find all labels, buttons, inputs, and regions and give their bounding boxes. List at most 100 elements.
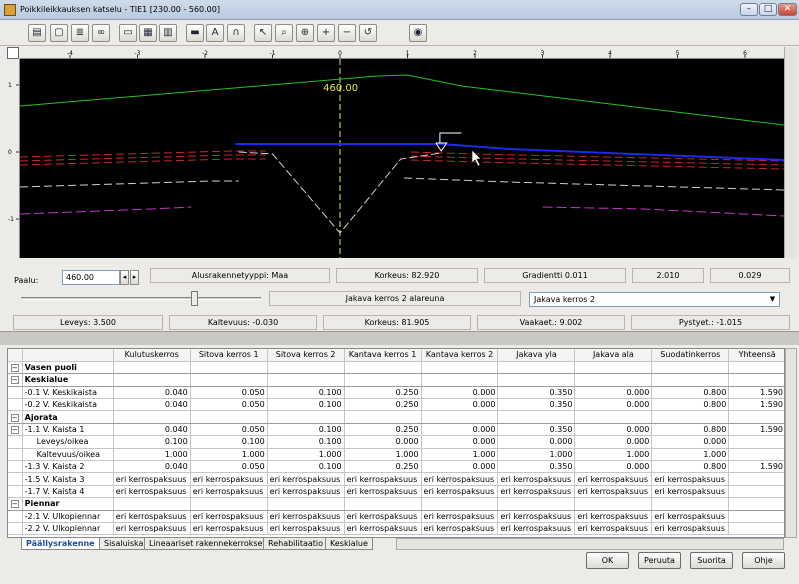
table-cell[interactable]: 0.100 [113, 435, 191, 449]
slider-thumb[interactable] [191, 291, 198, 306]
table-cell[interactable] [574, 373, 653, 387]
table-cell[interactable]: eri kerrospaksuus [574, 472, 653, 486]
table-cell[interactable]: 0.040 [113, 423, 191, 437]
close-button[interactable]: ✕ [778, 3, 797, 16]
collapse-icon[interactable]: − [10, 364, 19, 373]
column-header[interactable]: Sitova kerros 2 [267, 349, 345, 362]
table-cell[interactable]: eri kerrospaksuus [574, 510, 653, 523]
table-cell[interactable]: 0.350 [497, 460, 576, 474]
sheet-tab[interactable]: Sisaluiska [99, 538, 149, 550]
table-cell[interactable] [574, 361, 653, 375]
table-cell[interactable]: 0.800 [651, 460, 730, 474]
table-row[interactable]: -1.7 V. Kaista 4 eri kerrospaksuus eri ker… [8, 485, 784, 499]
table-cell[interactable]: 0.100 [190, 435, 268, 449]
table-row[interactable]: -1.3 V. Kaista 2 0.040 0.050 0.100 0.250 0.00… [8, 460, 784, 474]
table-cell[interactable]: 0.800 [651, 423, 730, 437]
table-row[interactable]: − -1.1 V. Kaista 1 0.040 0.050 0.100 0.250 0.0… [8, 423, 784, 437]
table-cell[interactable] [421, 361, 499, 375]
table-cell[interactable]: 0.000 [574, 435, 653, 449]
table-cell[interactable]: 0.050 [190, 386, 268, 400]
table-group-row[interactable]: − Piennar [8, 497, 784, 511]
table-cell[interactable]: eri kerrospaksuus [190, 522, 268, 536]
chevron-down-icon[interactable]: ▼ [766, 293, 779, 306]
table-cell[interactable]: 0.250 [344, 398, 422, 412]
table-group-row[interactable]: − Ajorata [8, 410, 784, 424]
table-cell[interactable]: 1.000 [267, 448, 345, 462]
table-cell[interactable]: eri kerrospaksuus [344, 472, 422, 486]
table-cell[interactable] [267, 373, 345, 387]
column-header[interactable]: Kantava kerros 1 [344, 349, 422, 362]
table-cell[interactable] [267, 361, 345, 375]
table-cell[interactable]: 1.000 [190, 448, 268, 462]
plot-scrollbar[interactable] [784, 47, 797, 258]
table-cell[interactable]: 0.000 [651, 435, 730, 449]
table-cell[interactable]: 1.590 [728, 386, 784, 400]
collapse-icon[interactable]: − [10, 500, 19, 509]
table-cell[interactable]: eri kerrospaksuus [421, 510, 499, 523]
table-cell[interactable]: 0.350 [497, 423, 576, 437]
table-cell[interactable]: eri kerrospaksuus [113, 522, 191, 536]
table-cell[interactable] [190, 373, 268, 387]
table-cell[interactable] [421, 410, 499, 424]
table-cell[interactable] [728, 373, 784, 387]
table-cell[interactable]: eri kerrospaksuus [497, 472, 576, 486]
table-row[interactable]: -1.5 V. Kaista 3 eri kerrospaksuus eri ker… [8, 472, 784, 486]
table-cell[interactable]: eri kerrospaksuus [574, 485, 653, 499]
paalu-input[interactable]: 460.00 [62, 270, 120, 285]
table-cell[interactable]: 1.590 [728, 423, 784, 437]
table-cell[interactable]: eri kerrospaksuus [267, 472, 345, 486]
table-cell[interactable]: 0.800 [651, 398, 730, 412]
table-cell[interactable] [728, 448, 784, 462]
column-header[interactable]: Jakava ala [574, 349, 653, 362]
table-cell[interactable] [344, 410, 422, 424]
minimize-button[interactable]: – [740, 3, 758, 16]
table-cell[interactable]: 1.590 [728, 398, 784, 412]
table-cell[interactable] [728, 522, 784, 536]
table-cell[interactable] [574, 410, 653, 424]
table-cell[interactable]: 1.000 [651, 448, 730, 462]
table-cell[interactable] [728, 510, 784, 523]
column-header[interactable]: Kantava kerros 2 [421, 349, 499, 362]
table-cell[interactable]: 0.100 [267, 386, 345, 400]
table-row[interactable]: -0.1 V. Keskikaista 0.040 0.050 0.100 0.250 0… [8, 386, 784, 400]
frame-icon[interactable]: ▭ [119, 24, 137, 42]
table-cell[interactable] [344, 361, 422, 375]
table-cell[interactable]: 0.000 [497, 435, 576, 449]
table-cell[interactable] [651, 373, 730, 387]
collapse-icon[interactable]: − [10, 376, 19, 385]
table-cell[interactable]: 0.000 [344, 435, 422, 449]
table-cell[interactable]: eri kerrospaksuus [344, 510, 422, 523]
table-cell[interactable] [728, 361, 784, 375]
sheet-tab[interactable]: Keskialue [325, 538, 373, 550]
table-cell[interactable]: 0.050 [190, 423, 268, 437]
sheet-tab[interactable]: Lineaariset rakennekerrokset [144, 538, 271, 550]
table-cell[interactable] [113, 373, 191, 387]
cross-section-plot[interactable]: 460.00 [20, 59, 784, 258]
new-icon[interactable]: ▢ [50, 24, 68, 42]
table-cell[interactable]: eri kerrospaksuus [344, 522, 422, 536]
layer-select[interactable]: Jakava kerros 2 ▼ [529, 292, 780, 307]
table-group-row[interactable]: − Keskialue [8, 373, 784, 387]
table-cell[interactable]: 0.100 [267, 423, 345, 437]
table-cell[interactable]: 0.100 [267, 398, 345, 412]
table-cell[interactable]: 0.000 [574, 460, 653, 474]
table-cell[interactable] [497, 361, 576, 375]
table-cell[interactable] [267, 497, 345, 511]
table-cell[interactable]: 0.000 [421, 435, 499, 449]
table-cell[interactable] [651, 410, 730, 424]
column-header[interactable]: Sitova kerros 1 [190, 349, 268, 362]
table-cell[interactable]: eri kerrospaksuus [113, 510, 191, 523]
table-cell[interactable]: eri kerrospaksuus [190, 485, 268, 499]
table-row[interactable]: Leveys/oikea 0.100 0.100 0.100 0.000 0.000 0.0… [8, 435, 784, 449]
table-cell[interactable] [728, 435, 784, 449]
zoom-extents-icon[interactable]: ⊕ [296, 24, 314, 42]
table-cell[interactable]: eri kerrospaksuus [190, 510, 268, 523]
ok-button[interactable]: OK [586, 552, 629, 569]
link-icon[interactable]: ∞ [92, 24, 110, 42]
table-cell[interactable]: 0.250 [344, 386, 422, 400]
zoom-in-icon[interactable]: + [317, 24, 335, 42]
table-cell[interactable]: 0.100 [267, 460, 345, 474]
table-cell[interactable]: eri kerrospaksuus [651, 510, 730, 523]
table-cell[interactable] [421, 497, 499, 511]
table-cell[interactable]: eri kerrospaksuus [421, 472, 499, 486]
